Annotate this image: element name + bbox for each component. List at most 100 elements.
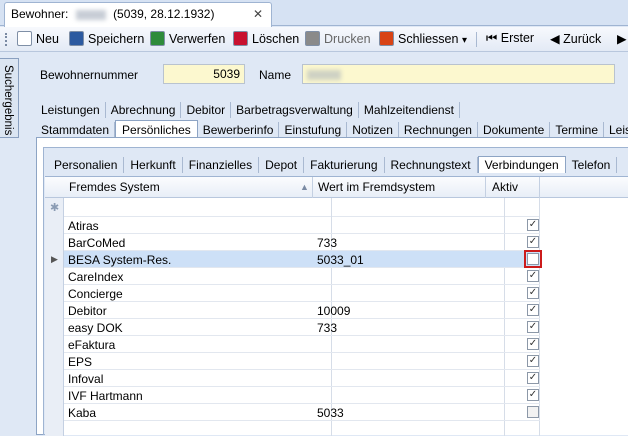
cell-system[interactable]: Atiras	[68, 219, 99, 233]
tab-termine[interactable]: Termine	[550, 122, 604, 138]
cell-value[interactable]: 733	[317, 321, 337, 335]
tab-depot[interactable]: Depot	[259, 157, 305, 173]
tab-leistu[interactable]: Leistu	[604, 122, 628, 138]
tab-leistungen[interactable]: Leistungen	[36, 102, 106, 118]
tab-bewerberinfo[interactable]: Bewerberinfo	[198, 122, 280, 138]
tab-row-1: Leistungen Abrechnung Debitor Barbetragsver…	[36, 102, 460, 120]
cell-value[interactable]: 5033	[317, 406, 344, 420]
tab-mahlzeitendienst[interactable]: Mahlzeitendienst	[359, 102, 460, 118]
active-checkbox[interactable]	[527, 236, 539, 248]
search-results-side-tab[interactable]: Suchergebnis	[0, 58, 19, 138]
cell-value[interactable]: 10009	[317, 304, 350, 318]
tab-debitor[interactable]: Debitor	[181, 102, 232, 118]
active-checkbox[interactable]	[527, 355, 539, 367]
table-row[interactable]: Concierge	[64, 285, 540, 302]
column-header-value[interactable]: Wert im Fremdsystem	[318, 180, 435, 194]
next-record-icon[interactable]: ▶	[617, 31, 627, 46]
tab-dokumente[interactable]: Dokumente	[478, 122, 551, 138]
tab-fakturierung[interactable]: Fakturierung	[304, 157, 385, 173]
active-checkbox[interactable]	[527, 372, 539, 384]
row-selector-column[interactable]	[45, 198, 64, 436]
tab-rechnungen[interactable]: Rechnungen	[399, 122, 478, 138]
table-row[interactable]: Atiras	[64, 217, 540, 234]
cell-value[interactable]: 5033_01	[317, 253, 364, 267]
verwerfen-button[interactable]: Verwerfen	[150, 31, 225, 46]
table-row[interactable]: IVF Hartmann	[64, 387, 540, 404]
sort-ascending-icon: ▲	[300, 182, 309, 192]
cell-system[interactable]: Concierge	[68, 287, 123, 301]
neu-button[interactable]: Neu	[17, 31, 59, 46]
name-field[interactable]	[302, 64, 615, 84]
cell-system[interactable]: Debitor	[68, 304, 107, 318]
table-row[interactable]: BESA System-Res. 5033_01	[64, 250, 542, 268]
cell-system[interactable]: EPS	[68, 355, 92, 369]
document-tab-strip: Bewohner: (5039, 28.12.1932) ✕	[0, 0, 628, 27]
active-checkbox[interactable]	[527, 219, 539, 231]
tab-personalien[interactable]: Personalien	[48, 157, 125, 173]
first-record-button[interactable]: ⏮ Erster	[486, 31, 534, 46]
tab-finanzielles[interactable]: Finanzielles	[183, 157, 260, 173]
drucken-button[interactable]: Drucken	[305, 31, 371, 46]
column-divider[interactable]	[485, 177, 486, 198]
tab-abrechnung[interactable]: Abrechnung	[106, 102, 182, 118]
active-checkbox[interactable]	[527, 338, 539, 350]
active-checkbox[interactable]	[527, 389, 539, 401]
new-row-icon: ✱	[50, 202, 60, 214]
active-checkbox[interactable]	[527, 270, 539, 282]
tab-notizen[interactable]: Notizen	[347, 122, 399, 138]
tab-barbetragsverwaltung[interactable]: Barbetragsverwaltung	[231, 102, 359, 118]
table-row[interactable]: Debitor 10009	[64, 302, 540, 319]
löschen-button[interactable]: Löschen	[233, 31, 299, 46]
cell-system[interactable]: BarCoMed	[68, 236, 125, 250]
tab-telefon[interactable]: Telefon	[566, 157, 618, 173]
document-tab[interactable]: Bewohner: (5039, 28.12.1932) ✕	[4, 2, 272, 27]
new-row[interactable]	[64, 198, 540, 217]
cell-value[interactable]: 733	[317, 236, 337, 250]
active-checkbox[interactable]	[524, 250, 542, 268]
active-checkbox[interactable]	[527, 321, 539, 333]
toolbar-grip[interactable]	[5, 33, 8, 46]
previous-label: Zurück	[563, 32, 602, 46]
table-row[interactable]: BarCoMed 733	[64, 234, 540, 251]
toolbar-label: Speichern	[88, 32, 145, 46]
cell-system[interactable]: Infoval	[68, 372, 103, 386]
toolbar-overflow-icon[interactable]: ▾	[462, 35, 467, 46]
tab-einstufung[interactable]: Einstufung	[279, 122, 348, 138]
cell-system[interactable]: Kaba	[68, 406, 96, 420]
table-row[interactable]: easy DOK 733	[64, 319, 540, 336]
speichern-button[interactable]: Speichern	[69, 31, 144, 46]
cell-system[interactable]: BESA System-Res.	[68, 253, 171, 267]
tab-rechnungstext[interactable]: Rechnungstext	[385, 157, 478, 173]
tab-verbindungen[interactable]: Verbindungen	[477, 156, 566, 173]
schliessen-button[interactable]: Schliessen	[379, 31, 458, 46]
tab-herkunft[interactable]: Herkunft	[124, 157, 183, 173]
table-row[interactable]: CareIndex	[64, 268, 540, 285]
close-tab-icon[interactable]: ✕	[253, 7, 263, 21]
cell-system[interactable]: eFaktura	[68, 338, 115, 352]
table-row[interactable]: Kaba 5033	[64, 404, 540, 421]
cell-system[interactable]: CareIndex	[68, 270, 123, 284]
current-row-icon: ▶	[51, 254, 58, 264]
previous-record-button[interactable]: ◀ Zurück	[550, 31, 601, 46]
connections-grid: Fremdes System ▲ Wert im Fremdsystem Akt…	[45, 176, 628, 436]
cell-system[interactable]: easy DOK	[68, 321, 123, 335]
tab-stammdaten[interactable]: Stammdaten	[36, 122, 116, 138]
redacted-name-value	[307, 69, 341, 80]
cell-system[interactable]: IVF Hartmann	[68, 389, 143, 403]
column-divider[interactable]	[539, 177, 540, 198]
previous-icon: ◀	[550, 32, 560, 46]
new-doc-icon	[17, 31, 32, 46]
close-icon	[379, 31, 394, 46]
resident-number-field[interactable]: 5039	[163, 64, 245, 84]
resident-number-label: Bewohnernummer	[40, 68, 139, 82]
active-checkbox[interactable]	[527, 304, 539, 316]
column-header-active[interactable]: Aktiv	[492, 180, 518, 194]
table-row[interactable]: Infoval	[64, 370, 540, 387]
table-row[interactable]: eFaktura	[64, 336, 540, 353]
column-header-system[interactable]: Fremdes System	[69, 180, 160, 194]
column-divider[interactable]	[312, 177, 313, 198]
active-checkbox[interactable]	[527, 406, 539, 418]
tab-row-2: Stammdaten Persönliches Bewerberinfo Einstu…	[36, 120, 628, 140]
table-row[interactable]: EPS	[64, 353, 540, 370]
active-checkbox[interactable]	[527, 287, 539, 299]
